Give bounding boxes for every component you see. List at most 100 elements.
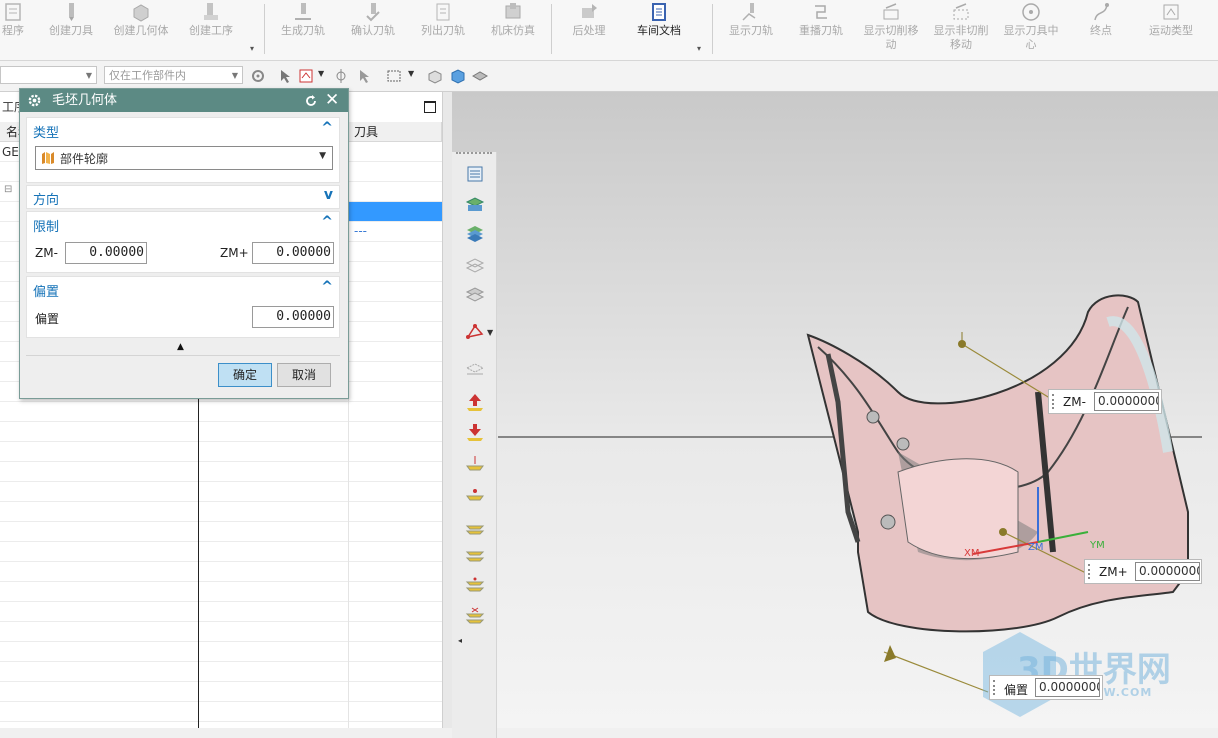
display-cut-motion-button[interactable]: 显示切削移 动 — [858, 0, 924, 58]
table-row[interactable] — [0, 402, 442, 422]
table-row[interactable] — [0, 462, 442, 482]
plane-offset-icon[interactable] — [465, 452, 485, 472]
replay-toolpath-button[interactable]: 重播刀轨 — [788, 0, 854, 58]
rectangle-select-icon[interactable] — [386, 68, 402, 84]
table-row[interactable] — [0, 662, 442, 682]
table-row[interactable] — [0, 502, 442, 522]
motion-type-button[interactable]: 运动类型 — [1138, 0, 1204, 58]
chevron-down-icon[interactable]: ▼ — [408, 69, 414, 78]
create-tool-button[interactable]: 创建刀具 — [38, 0, 104, 58]
zm-plus-overlay-input[interactable]: 0.0000000 — [1135, 562, 1200, 581]
display-noncut-motion-button[interactable]: 显示非切削 移动 — [928, 0, 994, 58]
type-filter-dropdown[interactable]: ▼ — [0, 66, 97, 84]
solid-cube-icon[interactable] — [450, 68, 466, 84]
list-toolpath-button[interactable]: 列出刀轨 — [410, 0, 476, 58]
ribbon-toolbar: 程序 创建刀具 创建几何体 创建工序 ▾ 生成刀轨 确认刀轨 列出刀轨 机床仿真… — [0, 0, 1218, 61]
ok-button[interactable]: 确定 — [218, 363, 272, 387]
zm-minus-input[interactable]: 0.00000 — [65, 242, 147, 264]
table-row[interactable] — [0, 442, 442, 462]
scope-filter-dropdown[interactable]: 仅在工作部件内 ▼ — [104, 66, 243, 84]
offset-section-title[interactable]: 偏置 — [33, 281, 59, 300]
close-icon[interactable]: ✕ — [325, 89, 339, 112]
drag-grip-icon[interactable] — [993, 680, 999, 695]
graphics-viewport[interactable]: ▼ ◂ ZM YM XM 3D世界网 ZM- 0.0000000 ZM+ 0.0… — [452, 92, 1218, 738]
zm-plus-input[interactable]: 0.00000 — [252, 242, 334, 264]
generate-toolpath-button[interactable]: 生成刀轨 — [270, 0, 336, 58]
pointer-icon[interactable] — [357, 68, 373, 84]
zm-minus-overlay-input[interactable]: 0.0000000 — [1094, 392, 1159, 411]
limits-section-title[interactable]: 限制 — [33, 216, 59, 235]
stack-plane-icon[interactable] — [465, 606, 485, 626]
plane-dashed-icon[interactable] — [465, 360, 485, 380]
column-header-tool[interactable]: 刀具 — [348, 122, 442, 142]
table-row[interactable] — [0, 682, 442, 702]
create-operation-button[interactable]: 创建工序 — [178, 0, 244, 58]
shaded-view-icon[interactable] — [427, 68, 443, 84]
offset-overlay-input[interactable]: 0.0000000 — [1035, 678, 1100, 697]
table-row[interactable] — [0, 582, 442, 602]
layer-icon[interactable] — [472, 68, 488, 84]
direction-section-title[interactable]: 方向 — [33, 189, 59, 208]
layer-stack-icon[interactable] — [465, 164, 485, 184]
table-row[interactable] — [0, 422, 442, 442]
cancel-button[interactable]: 取消 — [277, 363, 331, 387]
maximize-icon[interactable] — [424, 101, 436, 113]
end-point-button[interactable]: 终点 — [1068, 0, 1134, 58]
dialog-titlebar[interactable]: 毛坯几何体 ✕ — [20, 89, 348, 112]
offset-input[interactable]: 0.00000 — [252, 306, 334, 328]
shop-documentation-button[interactable]: 车间文档 — [626, 0, 692, 58]
plane-gray-icon[interactable] — [465, 284, 485, 304]
ribbon-separator — [712, 4, 713, 54]
chevron-left-icon[interactable]: ◂ — [458, 636, 462, 645]
chevron-down-icon[interactable]: ▼ — [487, 328, 493, 337]
table-row[interactable] — [0, 482, 442, 502]
chevron-down-icon[interactable]: v — [324, 187, 333, 203]
table-row[interactable] — [0, 602, 442, 622]
arrow-up-icon[interactable] — [465, 392, 485, 412]
table-row[interactable] — [0, 642, 442, 662]
multi-layer-icon[interactable] — [465, 224, 485, 244]
drag-grip-icon[interactable] — [1052, 394, 1058, 409]
plane-outline-icon[interactable] — [465, 254, 485, 274]
type-section-title[interactable]: 类型 — [33, 122, 59, 141]
point-constructor-icon[interactable] — [465, 322, 485, 342]
table-row[interactable] — [0, 562, 442, 582]
create-geometry-button[interactable]: 创建几何体 — [108, 0, 174, 58]
display-tool-center-button[interactable]: 显示刀具中 心 — [998, 0, 1064, 58]
reset-icon[interactable] — [304, 94, 318, 108]
plane-point-icon[interactable] — [465, 482, 485, 502]
arrow-down-icon[interactable] — [465, 422, 485, 442]
shop-documentation-label: 车间文档 — [637, 24, 681, 37]
offset-arrow-handle[interactable] — [884, 645, 896, 662]
dialog-title: 毛坯几何体 — [52, 93, 118, 108]
stack-plane-icon[interactable] — [465, 516, 485, 536]
type-dropdown[interactable]: 部件轮廓 ▼ — [35, 146, 333, 170]
snap-point-icon[interactable] — [333, 68, 349, 84]
verify-toolpath-label: 确认刀轨 — [351, 24, 395, 37]
select-filter-icon[interactable] — [298, 68, 314, 84]
drag-grip-icon[interactable] — [1088, 564, 1094, 579]
collapse-arrow-icon[interactable]: ▲ — [177, 342, 184, 352]
verify-toolpath-button[interactable]: 确认刀轨 — [340, 0, 406, 58]
display-toolpath-button[interactable]: 显示刀轨 — [718, 0, 784, 58]
snap-arrow-icon[interactable] — [278, 68, 294, 84]
stack-plane-icon[interactable] — [465, 546, 485, 566]
chevron-up-icon[interactable]: ^ — [321, 214, 333, 230]
table-row[interactable] — [0, 542, 442, 562]
table-row[interactable] — [0, 522, 442, 542]
chevron-up-icon[interactable]: ^ — [321, 279, 333, 295]
group-dropdown-icon[interactable]: ▾ — [250, 44, 254, 53]
stack-plane-icon[interactable] — [465, 576, 485, 596]
group-dropdown-icon[interactable]: ▾ — [697, 44, 701, 53]
table-row[interactable] — [0, 622, 442, 642]
chevron-up-icon[interactable]: ^ — [321, 120, 333, 136]
machine-simulation-button[interactable]: 机床仿真 — [480, 0, 546, 58]
chevron-down-icon[interactable]: ▼ — [318, 69, 324, 78]
floor-wall-icon[interactable] — [465, 194, 485, 214]
settings-gear-icon[interactable] — [250, 68, 266, 84]
postprocess-button[interactable]: 后处理 — [556, 0, 622, 58]
zm-plus-handle[interactable] — [999, 528, 1007, 536]
toolbar-grip[interactable] — [456, 152, 492, 156]
table-row[interactable] — [0, 702, 442, 722]
expand-icon[interactable]: ⊟ — [4, 184, 12, 195]
